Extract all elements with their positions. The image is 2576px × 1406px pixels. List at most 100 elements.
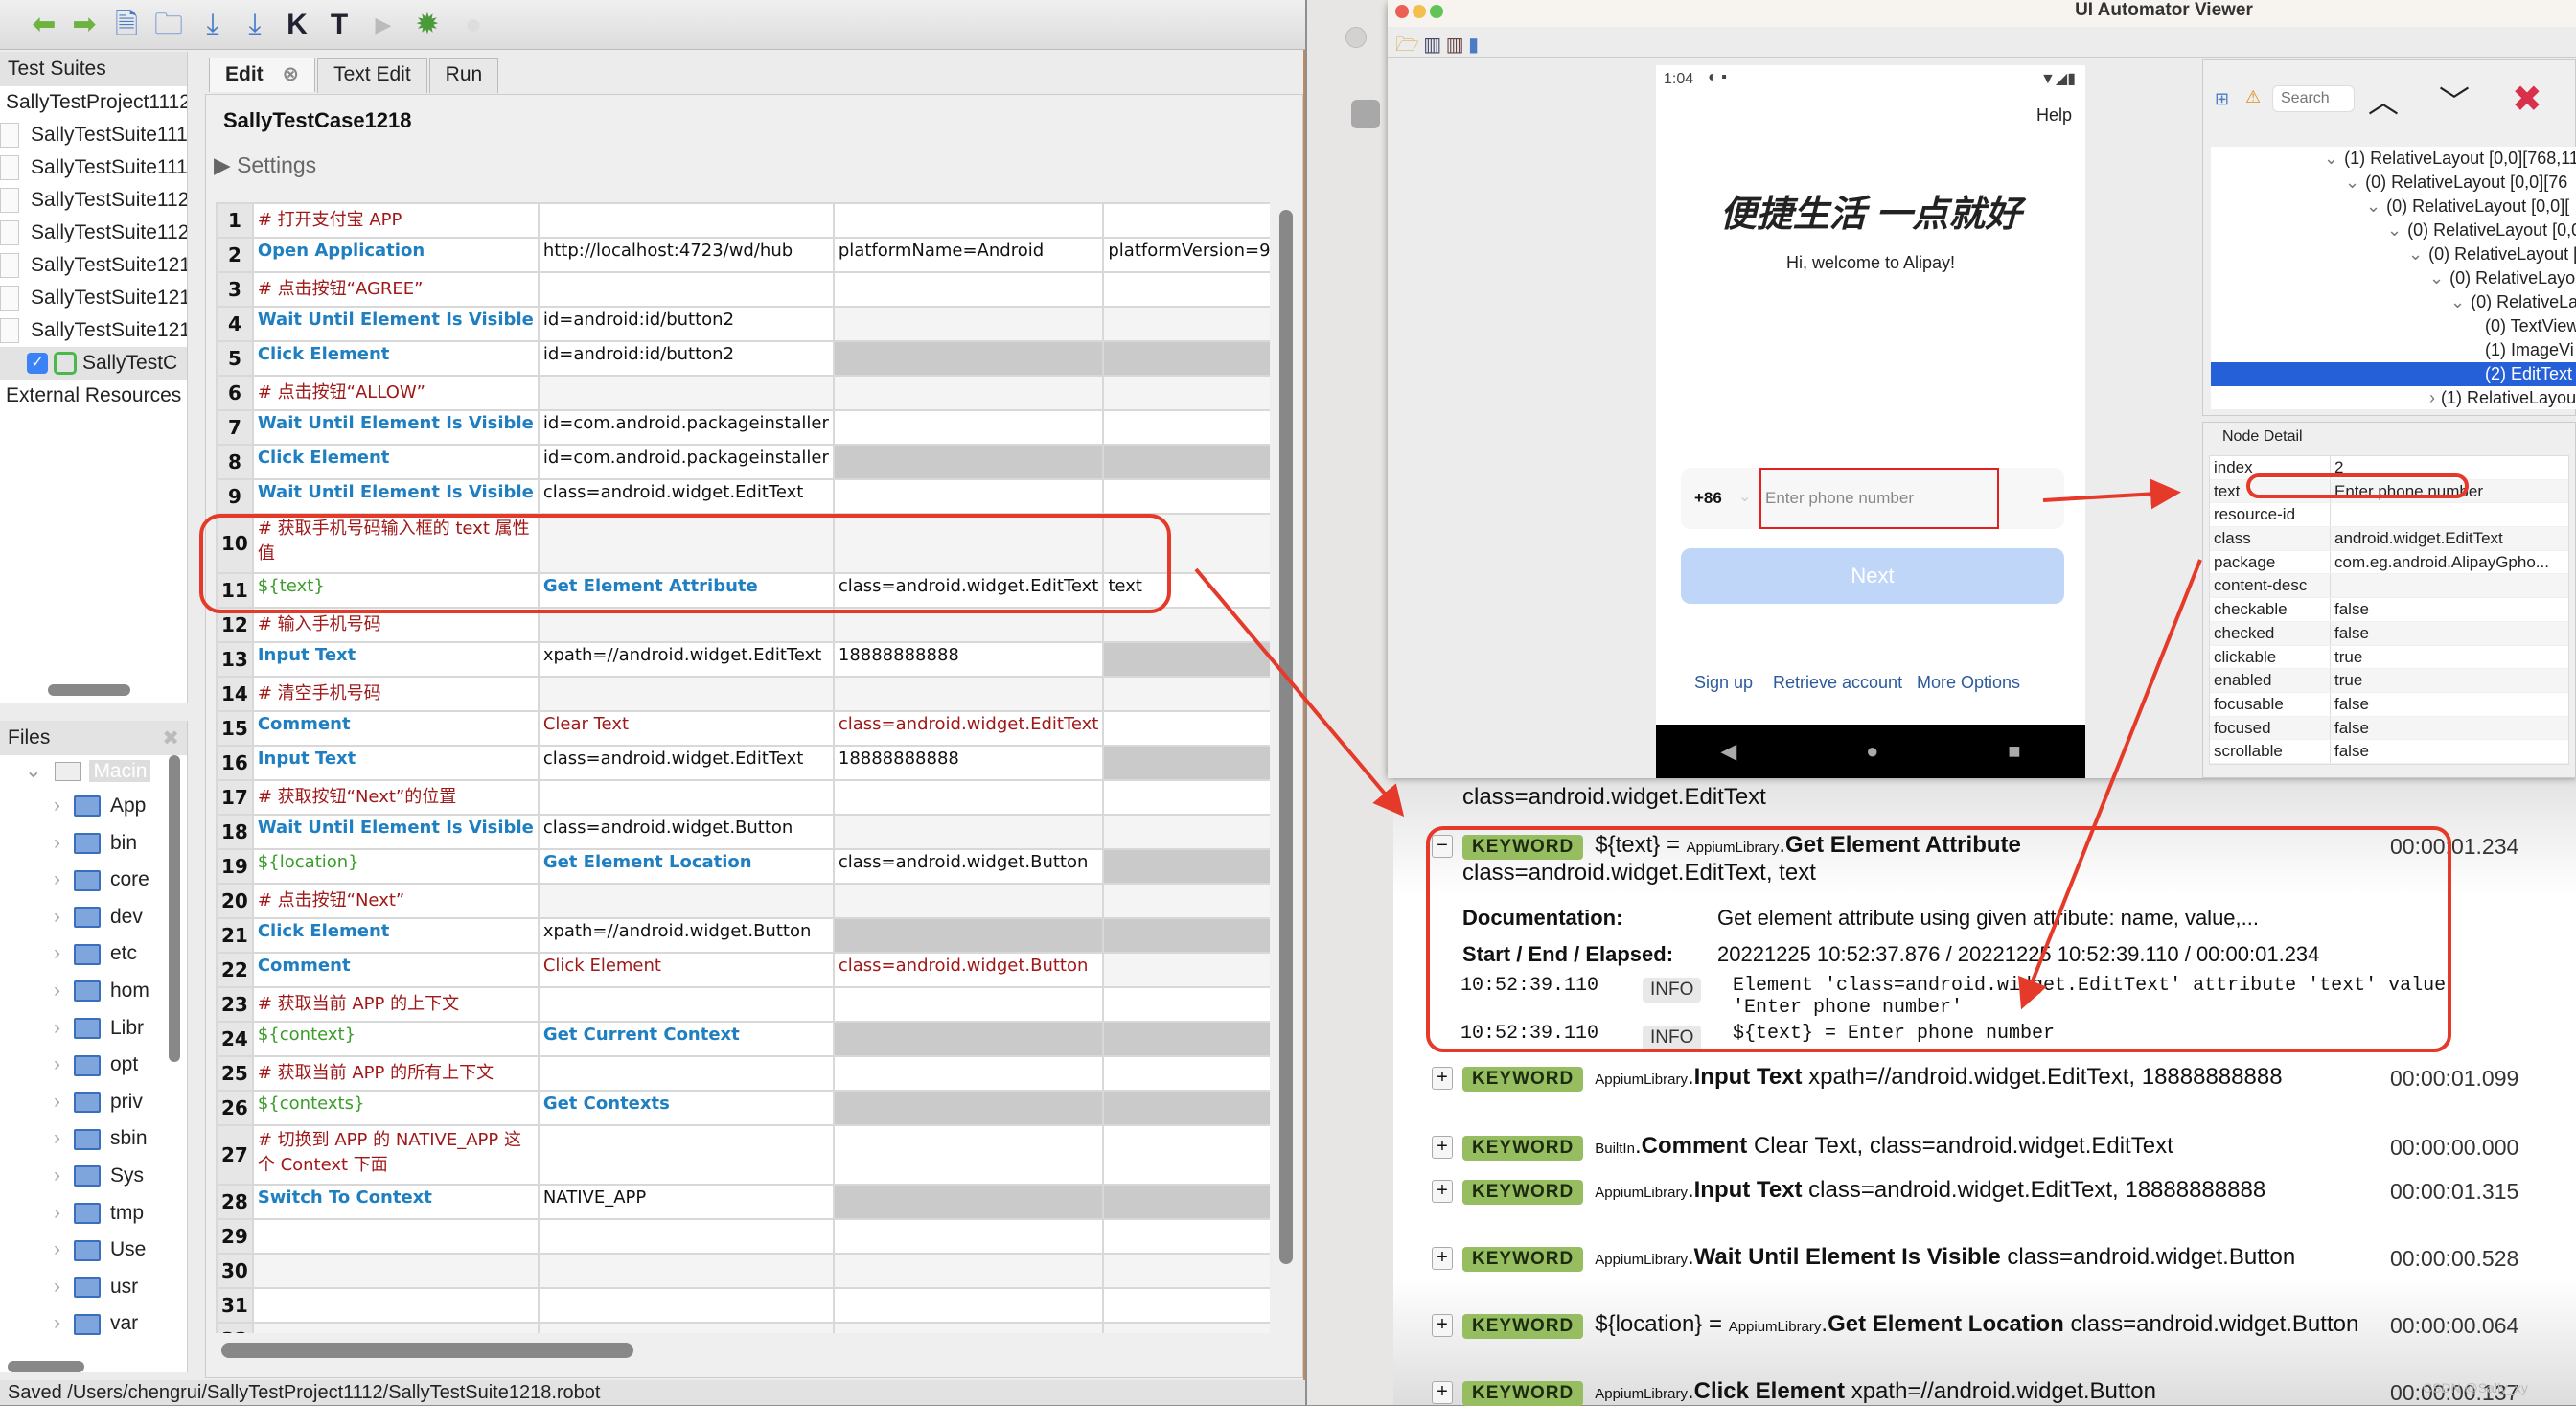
- step-cell[interactable]: Click Element: [251, 340, 540, 377]
- step-cell[interactable]: [251, 1287, 540, 1324]
- step-cell[interactable]: [537, 676, 835, 712]
- hierarchy-node[interactable]: ⌄ (0) RelativeLayout [0,0][76: [2211, 171, 2576, 195]
- expand-all-icon[interactable]: ⊞: [2215, 89, 2229, 109]
- checkbox-checked-icon[interactable]: ✓: [27, 353, 48, 375]
- step-cell[interactable]: [1102, 848, 1270, 885]
- step-cell[interactable]: [1102, 745, 1270, 781]
- step-cell[interactable]: # 清空手机号码: [251, 676, 540, 712]
- folder-item[interactable]: › bin: [0, 825, 187, 863]
- row-number[interactable]: 9: [216, 478, 254, 515]
- hierarchy-node[interactable]: ⌄ (0) RelativeLa: [2211, 290, 2576, 314]
- suite-item[interactable]: External Resources: [0, 380, 187, 412]
- settings-toggle[interactable]: ▶ Settings: [214, 152, 316, 178]
- step-cell[interactable]: # 点击按钮“AGREE”: [251, 271, 540, 308]
- search-input[interactable]: [2272, 85, 2355, 112]
- node-detail-row[interactable]: package com.eg.android.AlipayGpho...: [2210, 550, 2568, 575]
- chevron-right-icon[interactable]: ›: [54, 868, 60, 890]
- step-cell[interactable]: [832, 1184, 1105, 1220]
- step-cell[interactable]: Comment: [251, 952, 540, 988]
- chevron-down-icon[interactable]: ⌄: [2450, 292, 2465, 311]
- step-cell[interactable]: Comment: [251, 710, 540, 747]
- zoom-window-button[interactable]: [1430, 5, 1443, 18]
- step-cell[interactable]: [1102, 710, 1270, 747]
- row-number[interactable]: 13: [216, 641, 254, 678]
- recents-nav-icon[interactable]: ■: [2008, 739, 2020, 764]
- folder-item[interactable]: › Use: [0, 1232, 187, 1269]
- step-cell[interactable]: id=android:id/button2: [537, 340, 835, 377]
- chevron-right-icon[interactable]: ›: [54, 1276, 60, 1298]
- folder-item[interactable]: › priv: [0, 1084, 187, 1121]
- folder-item[interactable]: › etc: [0, 935, 187, 973]
- folder-item[interactable]: › opt: [0, 1047, 187, 1084]
- search-test-icon[interactable]: T: [322, 8, 356, 42]
- node-detail-row[interactable]: content-desc: [2210, 574, 2568, 599]
- step-cell[interactable]: [832, 676, 1105, 712]
- files-hscrollbar[interactable]: [8, 1361, 84, 1372]
- step-cell[interactable]: [1102, 917, 1270, 954]
- step-cell[interactable]: [832, 202, 1105, 239]
- step-cell[interactable]: # 获取当前 APP 的上下文: [251, 986, 540, 1023]
- next-button[interactable]: Next: [1681, 548, 2064, 604]
- file-root[interactable]: ⌄ Macin: [0, 755, 187, 788]
- expand-button[interactable]: +: [1432, 1179, 1453, 1203]
- row-number[interactable]: 19: [216, 848, 254, 885]
- hierarchy-node[interactable]: (1) ImageVi: [2211, 338, 2576, 362]
- step-cell[interactable]: Get Current Context: [537, 1021, 835, 1057]
- chevron-right-icon[interactable]: ›: [54, 1053, 60, 1075]
- step-cell[interactable]: [832, 271, 1105, 308]
- folder-item[interactable]: › dev: [0, 899, 187, 936]
- suite-item[interactable]: SallyTestSuite121: [0, 314, 187, 347]
- step-cell[interactable]: # 打开支付宝 APP: [251, 202, 540, 239]
- hierarchy-node[interactable]: (0) TextView: [2211, 314, 2576, 338]
- step-cell[interactable]: Wait Until Element Is Visible: [251, 814, 540, 850]
- step-cell[interactable]: [832, 1055, 1105, 1092]
- step-cell[interactable]: [832, 986, 1105, 1023]
- previous-match-icon[interactable]: ︿: [2368, 78, 2399, 122]
- step-cell[interactable]: [251, 1322, 540, 1333]
- chevron-right-icon[interactable]: ›: [54, 1238, 60, 1260]
- folder-item[interactable]: › core: [0, 862, 187, 899]
- step-cell[interactable]: [1102, 1090, 1270, 1126]
- chevron-down-icon[interactable]: ⌄: [2387, 220, 2402, 240]
- chevron-right-icon[interactable]: ›: [54, 942, 60, 964]
- step-cell[interactable]: id=com.android.packageinstaller: [537, 444, 835, 480]
- expand-button[interactable]: +: [1432, 1066, 1453, 1090]
- suite-item[interactable]: SallyTestSuite112: [0, 184, 187, 217]
- step-cell[interactable]: [1102, 883, 1270, 919]
- node-detail-row[interactable]: checkable false: [2210, 598, 2568, 622]
- folder-item[interactable]: › tmp: [0, 1195, 187, 1233]
- step-cell[interactable]: [251, 1218, 540, 1255]
- step-cell[interactable]: [1102, 375, 1270, 411]
- row-number[interactable]: 23: [216, 986, 254, 1023]
- step-cell[interactable]: [832, 1021, 1105, 1057]
- step-cell[interactable]: 18888888888: [832, 745, 1105, 781]
- hierarchy-node[interactable]: ⌄ (0) RelativeLayout [: [2211, 242, 2576, 266]
- step-cell[interactable]: [832, 306, 1105, 342]
- warning-icon[interactable]: ⚠: [2245, 87, 2261, 107]
- row-number[interactable]: 26: [216, 1090, 254, 1126]
- step-cell[interactable]: [832, 1218, 1105, 1255]
- step-cell[interactable]: [1102, 1322, 1270, 1333]
- folder-item[interactable]: › hom: [0, 973, 187, 1010]
- step-cell[interactable]: [832, 340, 1105, 377]
- chevron-right-icon[interactable]: ›: [54, 1312, 60, 1334]
- hierarchy-node[interactable]: (2) EditText: [2211, 362, 2576, 386]
- step-cell[interactable]: [1102, 676, 1270, 712]
- folder-item[interactable]: › var: [0, 1305, 187, 1343]
- step-cell[interactable]: id=com.android.packageinstaller: [537, 409, 835, 446]
- step-cell[interactable]: 18888888888: [832, 641, 1105, 678]
- node-detail-row[interactable]: focusable false: [2210, 692, 2568, 717]
- row-number[interactable]: 8: [216, 444, 254, 480]
- step-cell[interactable]: xpath=//android.widget.EditText: [537, 641, 835, 678]
- folder-item[interactable]: › sbin: [0, 1120, 187, 1158]
- step-cell[interactable]: class=android.widget.Button: [832, 952, 1105, 988]
- step-cell[interactable]: Wait Until Element Is Visible: [251, 306, 540, 342]
- folder-item[interactable]: › usr: [0, 1269, 187, 1306]
- row-number[interactable]: 18: [216, 814, 254, 850]
- step-cell[interactable]: class=android.widget.Button: [537, 814, 835, 850]
- node-detail-row[interactable]: clickable true: [2210, 645, 2568, 670]
- step-cell[interactable]: [537, 1287, 835, 1324]
- step-cell[interactable]: [1102, 814, 1270, 850]
- step-cell[interactable]: [1102, 1184, 1270, 1220]
- step-cell[interactable]: ${location}: [251, 848, 540, 885]
